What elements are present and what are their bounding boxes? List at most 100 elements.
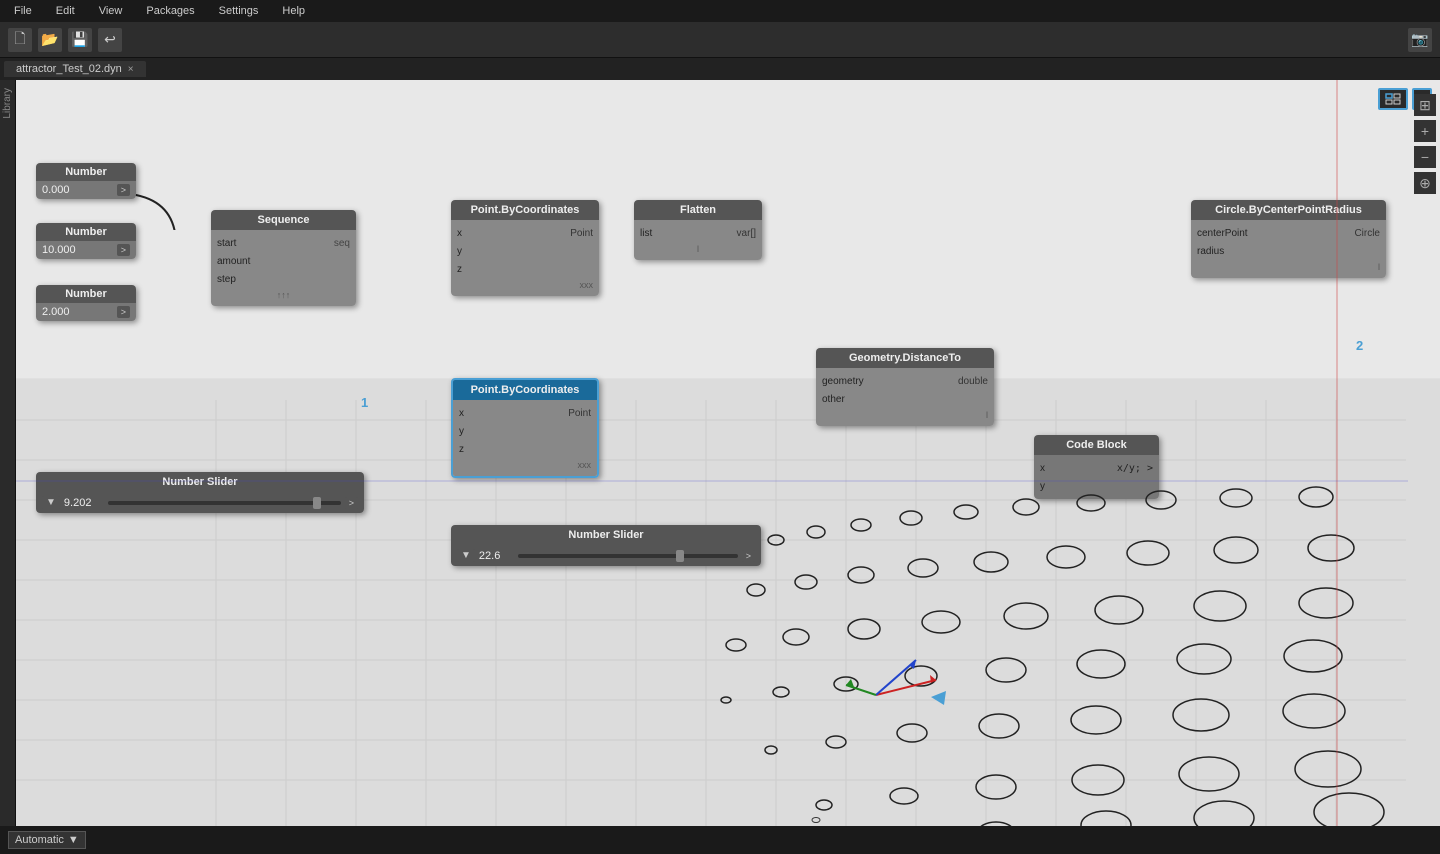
circle-body: centerPoint Circle radius l (1191, 220, 1386, 278)
toolbar: 🗋 📂 💾 ↩ 📷 (0, 22, 1440, 58)
flatten-row: list var[] (634, 224, 762, 242)
point1-body: x Point y z xxx (451, 220, 599, 296)
point2-row-x: x Point (453, 404, 597, 422)
sequence-row-start: start seq (211, 234, 356, 252)
slider2-expand[interactable]: ▼ (457, 549, 475, 562)
save-button[interactable]: 💾 (68, 28, 92, 52)
point1-row-y: y (451, 242, 599, 260)
sequence-header: Sequence (211, 210, 356, 230)
menu-packages[interactable]: Packages (140, 3, 200, 19)
point1-header: Point.ByCoordinates (451, 200, 599, 220)
number1-value[interactable]: 0.000 (42, 184, 113, 196)
number-node-2: Number 10.000 > (36, 223, 136, 259)
slider1-thumb[interactable] (313, 497, 321, 509)
slider1-body: ▼ 9.202 > (36, 492, 364, 513)
number1-body: 0.000 > (36, 181, 136, 199)
main-area: Library (0, 80, 1440, 826)
sidebar: Library (0, 80, 16, 826)
circle-output: Circle (1354, 228, 1380, 239)
slider1-track[interactable] (108, 501, 341, 505)
point-coords-node-1: Point.ByCoordinates x Point y z xxx (451, 200, 599, 296)
circle-header: Circle.ByCenterPointRadius (1191, 200, 1386, 220)
menu-view[interactable]: View (93, 3, 129, 19)
sequence-body: start seq amount step ↑↑↑ (211, 230, 356, 306)
sequence-row-amount: amount (211, 252, 356, 270)
zoom-fit[interactable]: ⊞ (1414, 94, 1436, 116)
point1-y-label: y (457, 246, 462, 257)
point1-row-z: z (451, 260, 599, 278)
open-button[interactable]: 📂 (38, 28, 62, 52)
slider2-header: Number Slider (451, 525, 761, 545)
undo-button[interactable]: ↩ (98, 28, 122, 52)
point1-x-label: x (457, 228, 462, 239)
sequence-footer: ↑↑↑ (211, 288, 356, 302)
zoom-out[interactable]: − (1414, 146, 1436, 168)
geodist-header: Geometry.DistanceTo (816, 348, 994, 368)
geodist-row-geo: geometry double (816, 372, 994, 390)
close-icon[interactable]: × (128, 64, 134, 75)
number2-value[interactable]: 10.000 (42, 244, 113, 256)
flatten-list-label: list (640, 228, 652, 239)
codeblock-body: x x/y; > y (1034, 455, 1159, 499)
sequence-start-label: start (217, 238, 236, 249)
number1-header: Number (36, 163, 136, 181)
number3-value[interactable]: 2.000 (42, 306, 113, 318)
viewport-btn-1[interactable] (1378, 88, 1408, 110)
point1-footer: xxx (451, 278, 599, 292)
geodist-output: double (958, 376, 988, 387)
tab-title: attractor_Test_02.dyn (16, 63, 122, 75)
slider1-run[interactable]: > (345, 497, 358, 509)
point2-row-y: y (453, 422, 597, 440)
codeblock-y-label: y (1040, 481, 1045, 492)
zoom-in[interactable]: + (1414, 120, 1436, 142)
sequence-output-label: seq (334, 238, 350, 249)
slider1-expand[interactable]: ▼ (42, 496, 60, 509)
circle-row-center: centerPoint Circle (1191, 224, 1386, 242)
point2-z-label: z (459, 444, 464, 455)
point2-x-label: x (459, 408, 464, 419)
point2-body: x Point y z xxx (453, 400, 597, 476)
geodist-other-label: other (822, 394, 845, 405)
number3-run[interactable]: > (117, 306, 130, 318)
number-node-3: Number 2.000 > (36, 285, 136, 321)
menu-edit[interactable]: Edit (50, 3, 81, 19)
codeblock-x-label: x (1040, 463, 1045, 474)
new-button[interactable]: 🗋 (8, 28, 32, 52)
screenshot-button[interactable]: 📷 (1408, 28, 1432, 52)
number-node-1: Number 0.000 > (36, 163, 136, 199)
circle-node: Circle.ByCenterPointRadius centerPoint C… (1191, 200, 1386, 278)
point2-output: Point (568, 408, 591, 419)
circle-center-label: centerPoint (1197, 228, 1248, 239)
slider2-run[interactable]: > (742, 550, 755, 562)
slider2-track[interactable] (518, 554, 738, 558)
code-block-node: Code Block x x/y; > y (1034, 435, 1159, 499)
geometry-distance-node: Geometry.DistanceTo geometry double othe… (816, 348, 994, 426)
menu-settings[interactable]: Settings (213, 3, 265, 19)
canvas[interactable]: Number 0.000 > Number 10.000 > Number 2.… (16, 80, 1440, 826)
point2-row-z: z (453, 440, 597, 458)
geodist-geometry-label: geometry (822, 376, 864, 387)
library-label[interactable]: Library (2, 88, 13, 119)
slider1-value: 9.202 (64, 497, 104, 509)
slider-node-2: Number Slider ▼ 22.6 > (451, 525, 761, 566)
geodist-row-other: other (816, 390, 994, 408)
number2-run[interactable]: > (117, 244, 130, 256)
flatten-node: Flatten list var[] l (634, 200, 762, 260)
number1-run[interactable]: > (117, 184, 130, 196)
menu-help[interactable]: Help (276, 3, 311, 19)
active-tab[interactable]: attractor_Test_02.dyn × (4, 61, 146, 77)
flatten-body: list var[] l (634, 220, 762, 260)
flatten-header: Flatten (634, 200, 762, 220)
zoom-center[interactable]: ⊕ (1414, 172, 1436, 194)
codeblock-row-x: x x/y; > (1034, 459, 1159, 477)
point-coords-node-2: Point.ByCoordinates x Point y z xxx (451, 378, 599, 478)
conn-label-2: 2 (1356, 338, 1363, 353)
run-mode-dropdown[interactable]: Automatic ▼ (8, 831, 86, 849)
circle-row-radius: radius (1191, 242, 1386, 260)
slider2-thumb[interactable] (676, 550, 684, 562)
flatten-footer: l (634, 242, 762, 256)
menu-file[interactable]: File (8, 3, 38, 19)
codeblock-code: x/y; > (1117, 463, 1153, 474)
number3-body: 2.000 > (36, 303, 136, 321)
zoom-controls: ⊞ + − ⊕ (1410, 90, 1440, 198)
